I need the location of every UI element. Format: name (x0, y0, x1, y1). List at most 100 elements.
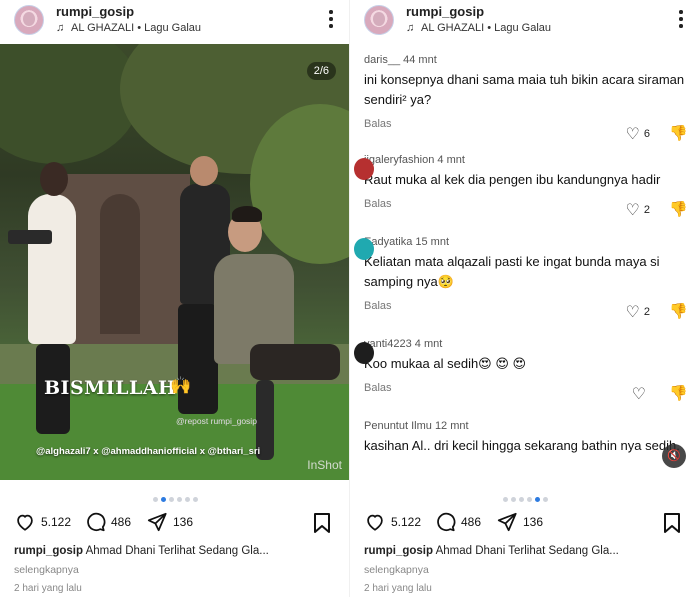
comment-user[interactable]: daris__ 44 mnt (364, 54, 696, 66)
comment-text: Keliatan mata alqazali pasti ke ingat bu… (364, 254, 660, 289)
like-button[interactable]: 5.122 (14, 510, 71, 534)
post-header: rumpi_gosip ♫ AL GHAZALI • Lagu Galau (350, 0, 700, 42)
praying-hands-icon: 🙌 (170, 376, 192, 395)
overlay-title: BISMILLAH (44, 377, 177, 399)
seated-man-hair (232, 206, 262, 222)
comment-user[interactable]: yanti4223 4 mnt (364, 338, 696, 350)
username[interactable]: rumpi_gosip (56, 4, 134, 19)
song-title: Lagu Galau (494, 22, 552, 34)
mute-icon[interactable]: 🔇 (662, 444, 686, 468)
carousel-dot (176, 497, 182, 503)
bookmark-icon[interactable] (662, 512, 682, 534)
share-button[interactable]: 136 (496, 510, 543, 534)
post-media[interactable]: 2/6 @repost rumpi_gosip BISMILLAH 🙌 @alg… (0, 44, 350, 480)
comment-icon (437, 512, 456, 532)
comment-item: jjgaleryfashion 4 mnt Raut muka al kek d… (354, 154, 696, 219)
seated-man-legs (250, 344, 340, 380)
comment-item: Penuntut Ilmu 12 mnt kasihan Al.. dri ke… (364, 420, 696, 456)
dislike-icon[interactable]: 👎 (669, 302, 688, 320)
share-count: 136 (523, 515, 544, 529)
caption: rumpi_gosip Ahmad Dhani Terlihat Sedang … (14, 545, 269, 557)
carousel-dot-active (534, 497, 540, 503)
more-options-icon[interactable] (328, 10, 334, 28)
held-book (8, 230, 52, 244)
comment-item: Eadyatika 15 mnt Keliatan mata alqazali … (354, 236, 696, 321)
heart-icon: ♡ (625, 126, 640, 143)
music-note-icon: ♫ (406, 22, 415, 34)
post-panel-right: rumpi_gosip ♫ AL GHAZALI • Lagu Galau dar… (350, 0, 700, 597)
comment-text: ini konsepnya dhani sama maia tuh bikin … (364, 72, 685, 107)
comment-like-button[interactable]: ♡ 6 (626, 124, 650, 144)
man-standing-legs (178, 304, 218, 414)
carousel-dots (350, 491, 700, 503)
share-button[interactable]: 136 (146, 510, 193, 534)
comment-item: yanti4223 4 mnt Koo mukaa al sedih😍 😍 😍 … (354, 338, 696, 403)
like-count: 5.122 (41, 515, 72, 529)
more-options-icon[interactable] (678, 10, 684, 28)
heart-icon (17, 514, 33, 531)
comment-count: 486 (461, 515, 482, 529)
carousel-dot (518, 497, 524, 503)
post-panel-left: rumpi_gosip ♫ AL GHAZALI • Lagu Galau 2/6… (0, 0, 350, 597)
see-more-link[interactable]: selengkapnya (14, 564, 79, 576)
song-artist: AL GHAZALI (71, 22, 135, 34)
song-separator: • (137, 22, 142, 34)
comment-button[interactable]: 486 (84, 510, 131, 534)
comments-list: daris__ 44 mnt ini konsepnya dhani sama … (350, 44, 700, 480)
song-separator: • (487, 22, 492, 34)
heart-icon (367, 514, 383, 531)
woman-head (40, 162, 68, 196)
dislike-icon[interactable]: 👎 (669, 200, 688, 218)
carousel-dot (542, 497, 548, 503)
comment-button[interactable]: 486 (434, 510, 481, 534)
heart-icon: ♡ (631, 386, 646, 403)
username[interactable]: rumpi_gosip (406, 4, 484, 19)
comment-like-button[interactable]: ♡ 2 (626, 302, 650, 322)
action-bar: 5.122 486 136 (0, 510, 350, 534)
carousel-dot (192, 497, 198, 503)
man-standing-head (190, 156, 218, 186)
song-title: Lagu Galau (144, 22, 202, 34)
comment-user[interactable]: Penuntut Ilmu 12 mnt (364, 420, 696, 432)
avatar[interactable] (14, 5, 44, 35)
comment-like-button[interactable]: ♡ (632, 384, 650, 404)
avatar[interactable] (364, 5, 394, 35)
dislike-icon[interactable]: 👎 (669, 384, 688, 402)
dislike-icon[interactable]: 👎 (669, 124, 688, 142)
action-bar: 5.122 486 136 (350, 510, 700, 534)
comment-text: Raut muka al kek dia pengen ibu kandungn… (364, 172, 661, 187)
repost-credit: @repost rumpi_gosip (176, 416, 257, 426)
share-count: 136 (173, 515, 194, 529)
caption-username[interactable]: rumpi_gosip (364, 545, 433, 557)
like-count: 5.122 (391, 515, 422, 529)
post-time: 2 hari yang lalu (14, 583, 82, 594)
carousel-dot (510, 497, 516, 503)
send-icon (147, 512, 167, 532)
heart-icon: ♡ (625, 304, 640, 321)
comment-text: kasihan Al.. dri kecil hingga sekarang b… (364, 438, 680, 453)
tree-foliage (0, 44, 140, 164)
send-icon (497, 512, 517, 532)
woman-figure (28, 194, 76, 344)
commenter-avatar[interactable] (354, 342, 374, 364)
comment-user[interactable]: Eadyatika 15 mnt (364, 236, 696, 248)
music-note-icon: ♫ (56, 22, 65, 34)
comment-user[interactable]: jjgaleryfashion 4 mnt (364, 154, 696, 166)
commenter-avatar[interactable] (354, 158, 374, 180)
comment-text: Koo mukaa al sedih😍 😍 😍 (364, 356, 527, 371)
commenter-avatar[interactable] (354, 238, 374, 260)
song-info[interactable]: ♫ AL GHAZALI • Lagu Galau (56, 22, 201, 34)
caption-text: Ahmad Dhani Terlihat Sedang Gla... (435, 545, 619, 557)
carousel-dot (152, 497, 158, 503)
like-button[interactable]: 5.122 (364, 510, 421, 534)
inshot-watermark: InShot (307, 458, 342, 472)
see-more-link[interactable]: selengkapnya (364, 564, 429, 576)
carousel-dot (168, 497, 174, 503)
song-info[interactable]: ♫ AL GHAZALI • Lagu Galau (406, 22, 551, 34)
caption-username[interactable]: rumpi_gosip (14, 545, 83, 557)
carousel-dot (502, 497, 508, 503)
bookmark-icon[interactable] (312, 512, 332, 534)
post-time: 2 hari yang lalu (364, 583, 432, 594)
comment-like-button[interactable]: ♡ 2 (626, 200, 650, 220)
carousel-counter: 2/6 (306, 62, 336, 80)
